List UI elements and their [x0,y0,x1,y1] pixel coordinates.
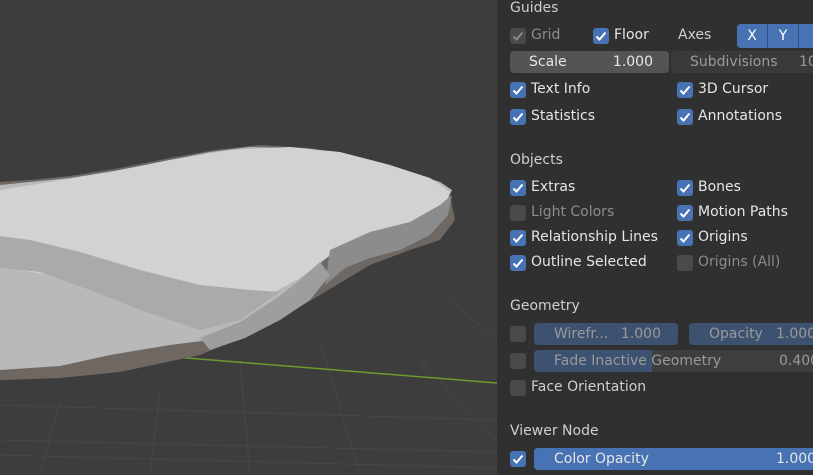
light-colors-label: Light Colors [531,204,615,220]
check-icon [512,31,524,41]
check-icon [512,258,524,268]
check-icon [512,112,524,122]
origins-checkbox[interactable] [677,230,693,246]
fade-inactive-value: 0.400 [779,353,813,369]
relationship-lines-checkbox[interactable] [510,230,526,246]
check-icon [595,31,607,41]
check-icon [512,183,524,193]
overlays-panel: Guides Grid Floor Axes X Y Scale 1.000 S… [497,0,813,475]
wireframe-label: Wirefr... [554,326,609,342]
opacity-label: Opacity [709,326,763,342]
color-opacity-value: 1.000 [776,451,813,467]
statistics-checkbox[interactable] [510,109,526,125]
check-icon [679,183,691,193]
axis-x-toggle[interactable]: X [737,24,768,48]
origins-all-checkbox[interactable] [677,255,693,271]
check-icon [512,454,524,464]
origins-all-label: Origins (All) [698,254,781,270]
floor-label: Floor [614,27,649,43]
grid-label: Grid [531,27,561,43]
check-icon [679,233,691,243]
statistics-label: Statistics [531,108,595,124]
light-colors-checkbox[interactable] [510,205,526,221]
objects-heading: Objects [510,152,563,168]
scale-label: Scale [529,54,567,70]
check-icon [679,112,691,122]
extras-label: Extras [531,179,576,195]
wireframe-checkbox[interactable] [510,326,526,342]
check-icon [679,85,691,95]
subdivisions-value: 10 [799,54,813,70]
motion-paths-checkbox[interactable] [677,205,693,221]
axes-label: Axes [678,27,712,43]
check-icon [679,208,691,218]
face-orientation-checkbox[interactable] [510,380,526,396]
check-icon [512,85,524,95]
subdivisions-label: Subdivisions [690,54,778,70]
viewport-canvas [0,0,497,475]
geometry-heading: Geometry [510,298,580,314]
3d-cursor-label: 3D Cursor [698,81,769,97]
wireframe-value: 1.000 [620,326,661,342]
3d-cursor-checkbox[interactable] [677,82,693,98]
axis-y-toggle[interactable]: Y [768,24,799,48]
guides-heading: Guides [510,0,559,16]
viewer-node-checkbox[interactable] [510,451,526,467]
fade-inactive-field[interactable]: Fade Inactive Geometry 0.400 [534,350,813,372]
motion-paths-label: Motion Paths [698,204,788,220]
text-info-checkbox[interactable] [510,82,526,98]
opacity-field[interactable]: Opacity 1.000 [689,323,813,345]
wireframe-field[interactable]: Wirefr... 1.000 [534,323,678,345]
check-icon [512,233,524,243]
relationship-lines-label: Relationship Lines [531,229,658,245]
origins-label: Origins [698,229,748,245]
scale-field[interactable]: Scale 1.000 [510,51,669,73]
color-opacity-field[interactable]: Color Opacity 1.000 [534,448,813,470]
text-info-label: Text Info [531,81,591,97]
viewer-node-heading: Viewer Node [510,423,599,439]
annotations-label: Annotations [698,108,783,124]
bones-checkbox[interactable] [677,180,693,196]
3d-viewport[interactable] [0,0,497,475]
scale-value: 1.000 [612,54,653,70]
face-orientation-label: Face Orientation [531,379,647,395]
fade-inactive-label: Fade Inactive Geometry [554,353,722,369]
color-opacity-label: Color Opacity [554,451,649,467]
bones-label: Bones [698,179,741,195]
opacity-value: 1.000 [776,326,813,342]
axis-z-toggle[interactable] [799,24,813,48]
subdivisions-field[interactable]: Subdivisions 10 [671,51,813,73]
fade-inactive-checkbox[interactable] [510,353,526,369]
outline-selected-label: Outline Selected [531,254,647,270]
outline-selected-checkbox[interactable] [510,255,526,271]
grid-checkbox[interactable] [510,28,526,44]
annotations-checkbox[interactable] [677,109,693,125]
floor-checkbox[interactable] [593,28,609,44]
extras-checkbox[interactable] [510,180,526,196]
